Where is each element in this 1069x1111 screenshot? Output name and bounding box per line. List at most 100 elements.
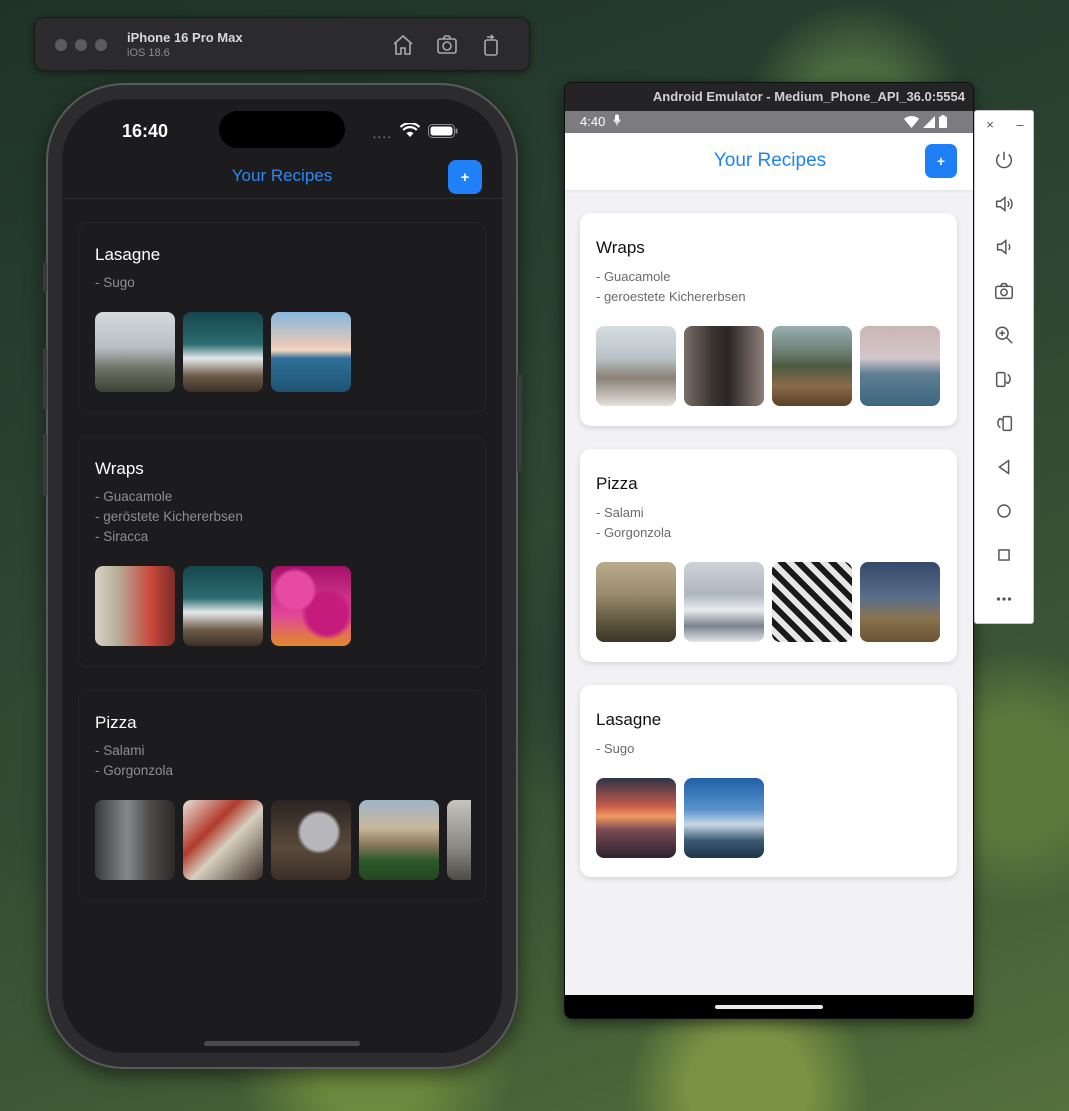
home-icon[interactable] [991,498,1017,524]
rotate-right-icon[interactable] [991,410,1017,436]
recipe-image[interactable] [596,778,676,858]
android-status-bar: 4:40 [565,111,973,133]
ingredient: - Sugo [95,275,135,290]
emulator-side-toolbar: × – [974,110,1034,624]
close-window-button[interactable] [55,39,67,51]
recipe-image[interactable] [684,778,764,858]
home-icon[interactable] [391,33,415,57]
recipe-image[interactable] [359,800,439,880]
recipe-name: Lasagne [596,710,662,729]
recipe-name: Pizza [596,474,638,493]
recipe-image[interactable] [95,566,175,646]
ingredient: - geröstete Kichererbsen [95,509,243,524]
simulator-device-name: iPhone 16 Pro Max [127,30,243,45]
iphone-action-button[interactable] [43,262,47,292]
recipe-image[interactable] [772,562,852,642]
ios-header-divider [62,198,502,199]
recipe-image[interactable] [772,326,852,406]
volume-down-icon[interactable] [991,234,1017,260]
recipe-image-strip[interactable] [95,566,471,646]
recipe-image-strip[interactable] [596,326,941,406]
overview-icon[interactable] [991,542,1017,568]
zoom-window-button[interactable] [95,39,107,51]
recipe-image[interactable] [95,800,175,880]
more-icon[interactable] [991,586,1017,612]
screenshot-icon[interactable] [435,33,459,57]
wifi-icon [904,115,919,131]
simulator-os-version: iOS 18.6 [127,47,170,59]
recipe-image[interactable] [684,326,764,406]
cellular-signal-icon [923,115,935,131]
wifi-icon [399,122,421,143]
ingredient: - geroestete Kichererbsen [596,289,746,304]
power-icon[interactable] [991,147,1017,173]
ingredient: - Gorgonzola [95,763,174,778]
recipe-image-strip[interactable] [95,800,471,880]
ios-status-time: 16:40 [122,121,169,141]
iphone-volume-down-button[interactable] [43,434,47,496]
minimize-icon[interactable]: – [1016,117,1023,132]
cellular-signal-icon: .... [372,125,392,141]
rotate-icon[interactable] [479,33,503,57]
recipe-image[interactable] [271,566,351,646]
ingredient: - Sugo [596,741,635,756]
android-screen: Your Recipes + Wraps - Guacamole - geroe… [565,133,973,995]
minimize-window-button[interactable] [75,39,87,51]
recipe-image[interactable] [860,562,940,642]
android-gesture-handle[interactable] [715,1005,823,1009]
ingredient: - Guacamole [596,269,671,284]
iphone-side-button[interactable] [517,374,522,472]
recipe-name: Lasagne [95,245,161,264]
recipe-name: Wraps [596,238,645,257]
recipe-image[interactable] [596,326,676,406]
recipe-image[interactable] [95,312,175,392]
android-add-recipe-button[interactable]: + [925,144,957,178]
ingredient: - Salami [596,505,644,520]
android-status-time: 4:40 [580,114,606,129]
ingredient: - Siracca [95,529,149,544]
ios-home-indicator[interactable] [204,1041,360,1046]
android-recipe-card[interactable]: Lasagne - Sugo [580,685,957,877]
ios-recipe-card[interactable]: Pizza - Salami - Gorgonzola [78,690,486,901]
ios-status-icons: .... [372,122,458,143]
battery-icon [939,115,947,131]
dynamic-island [219,111,345,148]
recipe-image[interactable] [183,312,263,392]
android-recipe-card[interactable]: Wraps - Guacamole - geroestete Kichererb… [580,213,957,426]
recipe-name: Pizza [95,713,137,732]
recipe-image[interactable] [596,562,676,642]
recipe-image[interactable] [271,800,351,880]
back-icon[interactable] [991,454,1017,480]
recipe-image[interactable] [183,566,263,646]
ingredient: - Guacamole [95,489,173,504]
close-icon[interactable]: × [986,117,994,132]
recipe-name: Wraps [95,459,144,478]
camera-icon[interactable] [991,278,1017,304]
ingredient: - Salami [95,743,145,758]
rotate-left-icon[interactable] [991,366,1017,392]
recipe-image-strip[interactable] [596,778,941,858]
simulator-toolbar: iPhone 16 Pro Max iOS 18.6 [34,17,530,71]
android-header-title: Your Recipes [713,150,827,171]
iphone-volume-up-button[interactable] [43,348,47,410]
recipe-image[interactable] [183,800,263,880]
recipe-image-strip[interactable] [95,312,471,392]
recipe-image[interactable] [447,800,471,880]
recipe-image[interactable] [684,562,764,642]
recipe-image[interactable] [860,326,940,406]
ios-header-title: Your Recipes [231,166,333,185]
ios-recipe-card[interactable]: Lasagne - Sugo [78,222,486,413]
ios-recipe-card[interactable]: Wraps - Guacamole - geröstete Kichererbs… [78,436,486,667]
android-window-title: Android Emulator - Medium_Phone_API_36.0… [565,83,973,111]
ios-screen: 16:40 .... Your Recipes + Lasagne - Sugo… [62,99,502,1053]
mic-icon [613,114,621,129]
recipe-image[interactable] [271,312,351,392]
android-header: Your Recipes + [565,133,973,190]
android-recipe-card[interactable]: Pizza - Salami - Gorgonzola [580,449,957,662]
ingredient: - Gorgonzola [596,525,672,540]
zoom-icon[interactable] [991,322,1017,348]
window-controls[interactable] [55,39,107,51]
ios-add-recipe-button[interactable]: + [448,160,482,194]
volume-up-icon[interactable] [991,191,1017,217]
recipe-image-strip[interactable] [596,562,941,642]
